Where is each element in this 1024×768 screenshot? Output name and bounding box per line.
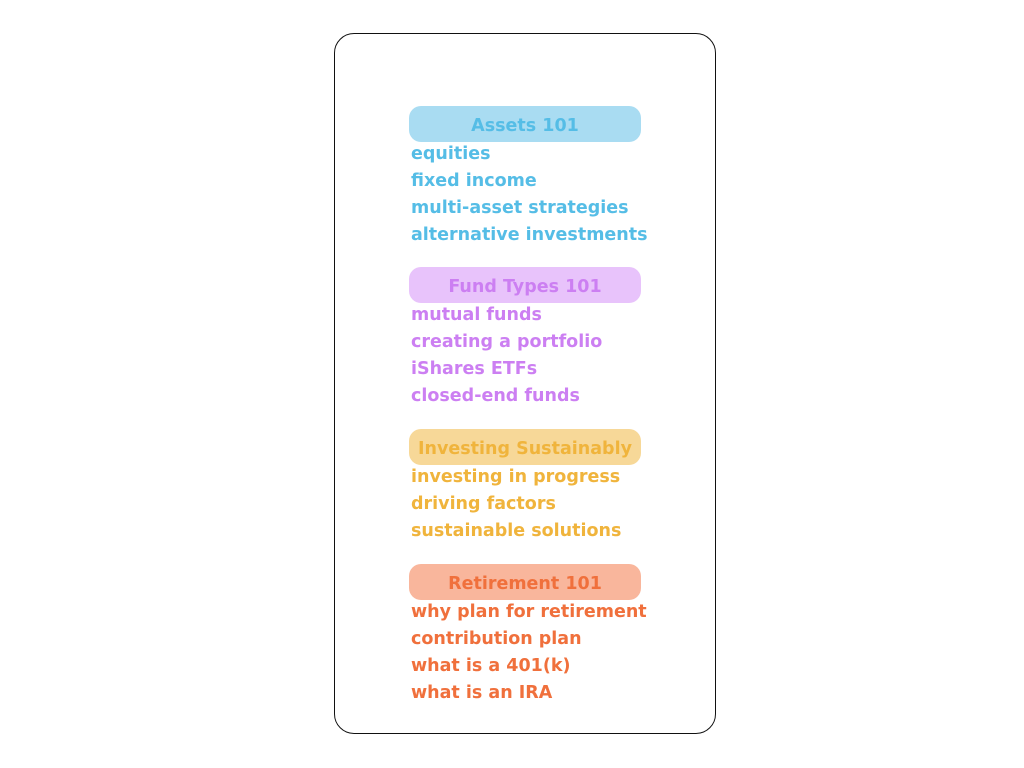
menu-link[interactable]: fixed income [411,168,671,195]
menu-link[interactable]: what is an IRA [411,680,671,707]
section-header[interactable]: Fund Types 101 [409,267,641,303]
menu-link[interactable]: driving factors [411,491,671,518]
section-links: investing in progress driving factors sust… [411,464,671,545]
menu-link[interactable]: equities [411,141,671,168]
section-links: equities fixed income multi-asset strategi… [411,141,671,249]
menu-section: Investing Sustainably investing in progre… [409,429,641,541]
menu-link[interactable]: what is a 401(k) [411,653,671,680]
menu-link[interactable]: multi-asset strategies [411,195,671,222]
section-links: mutual funds creating a portfolio iShares … [411,302,671,410]
section-header[interactable]: Investing Sustainably [409,429,641,465]
menu-link[interactable]: iShares ETFs [411,356,671,383]
menu-link[interactable]: creating a portfolio [411,329,671,356]
menu-link[interactable]: sustainable solutions [411,518,671,545]
menu-link[interactable]: why plan for retirement [411,599,671,626]
menu-link[interactable]: alternative investments [411,222,671,249]
menu-link[interactable]: investing in progress [411,464,671,491]
section-links: why plan for retirement contribution plan… [411,599,671,707]
section-header[interactable]: Assets 101 [409,106,641,142]
menu-section: Assets 101 equities fixed income multi-asse… [409,106,648,245]
menu-section: Retirement 101 why plan for retirement con… [409,564,647,703]
menu-link[interactable]: closed-end funds [411,383,671,410]
menu-link[interactable]: mutual funds [411,302,671,329]
section-header[interactable]: Retirement 101 [409,564,641,600]
menu-link[interactable]: contribution plan [411,626,671,653]
menu-section: Fund Types 101 mutual funds creating a por… [409,267,641,406]
